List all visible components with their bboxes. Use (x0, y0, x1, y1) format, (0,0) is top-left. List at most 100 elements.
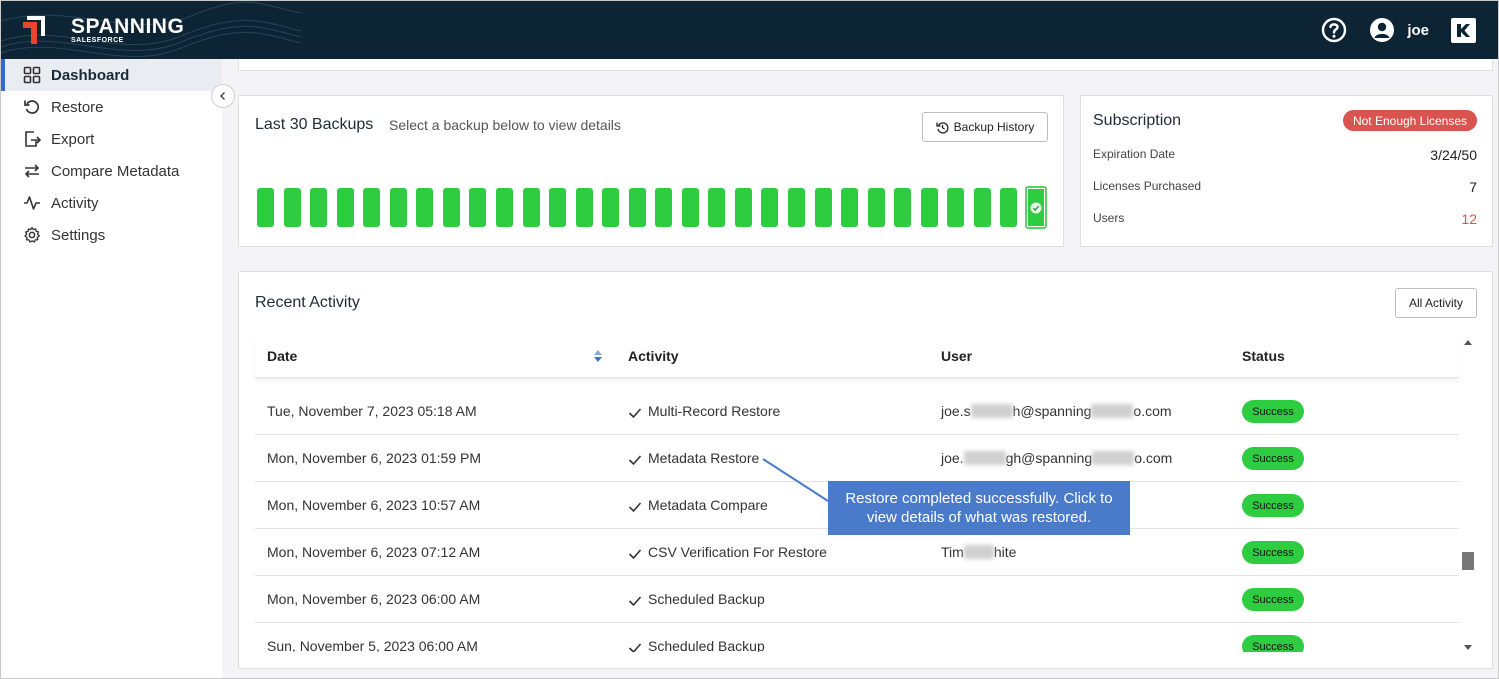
backup-bar[interactable] (761, 188, 779, 227)
backup-bar[interactable] (336, 188, 354, 227)
column-header-activity[interactable]: Activity (628, 348, 679, 364)
user-part-a: joe.s (941, 403, 971, 419)
backup-bars (257, 186, 1057, 229)
sidebar-item-restore[interactable]: Restore (1, 91, 222, 123)
backup-bar[interactable] (681, 188, 699, 227)
user-part-b: gh@spanning (1005, 450, 1093, 466)
backups-card: Last 30 Backups Select a backup below to… (238, 95, 1064, 247)
backup-bar[interactable] (814, 188, 832, 227)
backup-bar[interactable] (363, 188, 381, 227)
check-icon (628, 455, 642, 466)
table-row[interactable]: Mon, November 6, 2023 06:00 AM Scheduled… (255, 576, 1459, 623)
table-row[interactable]: Tue, November 7, 2023 05:18 AM Multi-Rec… (255, 388, 1459, 435)
expiration-date-label: Expiration Date (1093, 147, 1176, 161)
backup-bar[interactable] (575, 188, 593, 227)
recent-activity-card: Recent Activity All Activity Date Activi… (238, 271, 1493, 669)
check-circle-icon (1030, 202, 1042, 213)
scrollbar-thumb[interactable] (1462, 552, 1474, 570)
backup-bar[interactable] (549, 188, 567, 227)
user-avatar-icon[interactable] (1369, 17, 1395, 43)
row-activity[interactable]: Multi-Record Restore (648, 403, 780, 419)
user-part-b: hite (993, 544, 1017, 560)
row-date: Tue, November 7, 2023 05:18 AM (267, 403, 477, 419)
subscription-title: Subscription (1093, 112, 1182, 129)
recent-activity-title: Recent Activity (255, 294, 360, 311)
backup-bar[interactable] (841, 188, 859, 227)
sidebar-item-export[interactable]: Export (1, 123, 222, 155)
top-card-remnant (238, 59, 1493, 71)
backup-bar[interactable] (495, 188, 513, 227)
row-activity[interactable]: CSV Verification For Restore (648, 544, 827, 560)
backup-bar[interactable] (867, 188, 885, 227)
backup-bar[interactable] (947, 188, 965, 227)
backup-bar[interactable] (708, 188, 726, 227)
redacted-blur (970, 403, 1013, 418)
backup-bar[interactable] (973, 188, 991, 227)
backup-bar[interactable] (1000, 188, 1018, 227)
subscription-card: Subscription Not Enough Licenses Expirat… (1080, 95, 1493, 247)
table-row[interactable]: Mon, November 6, 2023 01:59 PM Metadata … (255, 435, 1459, 482)
backup-bar[interactable] (257, 188, 274, 227)
column-header-status[interactable]: Status (1242, 348, 1285, 364)
backup-bar[interactable] (283, 188, 301, 227)
backup-bar[interactable] (522, 188, 540, 227)
sidebar-item-settings[interactable]: Settings (1, 219, 222, 251)
users-row: Users 12 (1093, 211, 1477, 227)
table-row[interactable]: Mon, November 6, 2023 07:12 AM CSV Verif… (255, 529, 1459, 576)
backup-history-button[interactable]: Backup History (922, 112, 1048, 142)
backup-bar[interactable] (310, 188, 328, 227)
backup-bar[interactable] (894, 188, 912, 227)
backup-bar[interactable] (920, 188, 938, 227)
export-icon (25, 131, 41, 147)
collapse-sidebar-button[interactable] (211, 84, 235, 108)
username-label[interactable]: joe (1407, 22, 1429, 39)
sidebar-item-dashboard[interactable]: Dashboard (1, 59, 222, 91)
status-badge: Success (1242, 447, 1304, 470)
sidebar-item-activity[interactable]: Activity (1, 187, 222, 219)
scroll-up-arrow-icon[interactable] (1464, 340, 1472, 345)
sidebar: Dashboard Restore Export Compare Metadat… (1, 59, 222, 678)
license-warning-badge[interactable]: Not Enough Licenses (1343, 110, 1477, 131)
sidebar-item-label: Settings (51, 226, 106, 244)
backup-bar[interactable] (655, 188, 673, 227)
redacted-blur (1091, 403, 1134, 418)
backup-bar[interactable] (389, 188, 407, 227)
status-badge: Success (1242, 494, 1304, 517)
backup-bar[interactable] (788, 188, 805, 227)
kaseya-logo-icon[interactable] (1451, 17, 1476, 43)
row-activity[interactable]: Metadata Restore (648, 450, 759, 466)
app-window: SPANNING SALESFORCE joe Dashboard Restor… (0, 0, 1499, 679)
backup-bar[interactable] (628, 188, 646, 227)
check-icon (628, 643, 642, 652)
table-row[interactable]: Sun, November 5, 2023 06:00 AM Scheduled… (255, 623, 1459, 652)
row-activity[interactable]: Scheduled Backup (648, 591, 765, 607)
all-activity-button[interactable]: All Activity (1395, 288, 1477, 318)
backup-bar[interactable] (734, 188, 752, 227)
top-bar: SPANNING SALESFORCE joe (1, 1, 1498, 59)
help-icon[interactable] (1321, 17, 1347, 43)
sidebar-item-compare-metadata[interactable]: Compare Metadata (1, 155, 222, 187)
sort-icon[interactable] (593, 348, 603, 364)
column-header-user[interactable]: User (941, 348, 972, 364)
restore-icon (24, 100, 39, 114)
backup-bar[interactable] (602, 188, 620, 227)
chevron-left-icon (220, 92, 225, 100)
callout-tooltip: Restore completed successfully. Click to… (828, 481, 1130, 535)
status-badge: Success (1242, 541, 1304, 564)
spanning-logo[interactable]: SPANNING SALESFORCE (19, 14, 184, 46)
table-scrollbar[interactable] (1460, 336, 1476, 654)
backup-bar[interactable] (442, 188, 460, 227)
row-activity[interactable]: Scheduled Backup (648, 638, 765, 652)
backup-bar[interactable] (469, 188, 487, 227)
row-date: Sun, November 5, 2023 06:00 AM (267, 638, 478, 652)
scroll-down-arrow-icon[interactable] (1464, 645, 1472, 650)
sidebar-item-label: Compare Metadata (51, 162, 180, 180)
column-header-date[interactable]: Date (267, 348, 297, 364)
backup-bar-selected[interactable] (1024, 186, 1047, 229)
user-part-b: h@spanning (1012, 403, 1092, 419)
row-activity[interactable]: Metadata Compare (648, 497, 768, 513)
user-part-c: o.com (1134, 450, 1173, 466)
backup-bar[interactable] (416, 188, 434, 227)
row-date: Mon, November 6, 2023 06:00 AM (267, 591, 481, 607)
users-value: 12 (1461, 211, 1477, 227)
